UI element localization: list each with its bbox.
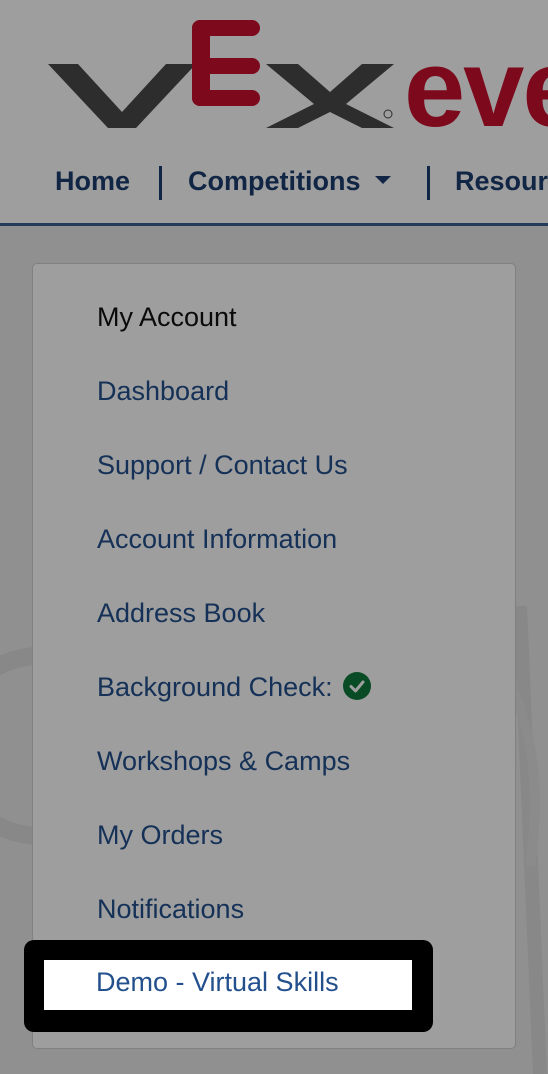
menu-item-support[interactable]: Support / Contact Us bbox=[97, 448, 348, 482]
nav-competitions-label: Competitions bbox=[188, 166, 361, 196]
check-circle-icon bbox=[342, 671, 371, 700]
menu-item-notifications[interactable]: Notifications bbox=[97, 892, 244, 926]
main-nav: Home Competitions Resour bbox=[0, 160, 548, 210]
menu-item-address-book[interactable]: Address Book bbox=[97, 596, 265, 630]
nav-resources[interactable]: Resour bbox=[455, 166, 548, 197]
menu-item-dashboard[interactable]: Dashboard bbox=[97, 374, 229, 408]
vex-logo[interactable]: eve bbox=[0, 0, 548, 150]
menu-item-demo-virtual-skills[interactable]: Demo - Virtual Skills bbox=[96, 965, 339, 999]
menu-item-background-check-label: Background Check: bbox=[97, 672, 333, 702]
site-header: eve Home Competitions Resour bbox=[0, 0, 548, 226]
account-menu-heading: My Account bbox=[97, 302, 237, 332]
nav-home[interactable]: Home bbox=[55, 166, 130, 197]
spotlight-cutout: Demo - Virtual Skills bbox=[44, 960, 412, 1010]
chevron-down-icon bbox=[374, 175, 391, 184]
account-menu: My Account Dashboard Support / Contact U… bbox=[32, 263, 516, 1049]
page: eve Home Competitions Resour My Account … bbox=[0, 0, 548, 1074]
logo-wordmark: eve bbox=[404, 27, 548, 150]
menu-item-my-orders[interactable]: My Orders bbox=[97, 818, 223, 852]
nav-competitions[interactable]: Competitions bbox=[188, 166, 391, 197]
menu-item-account-information[interactable]: Account Information bbox=[97, 522, 337, 556]
nav-separator bbox=[159, 166, 162, 200]
nav-separator bbox=[427, 166, 430, 200]
spotlight-frame: Demo - Virtual Skills bbox=[24, 940, 433, 1032]
menu-item-background-check[interactable]: Background Check: bbox=[97, 670, 371, 704]
menu-item-workshops-camps[interactable]: Workshops & Camps bbox=[97, 744, 350, 778]
